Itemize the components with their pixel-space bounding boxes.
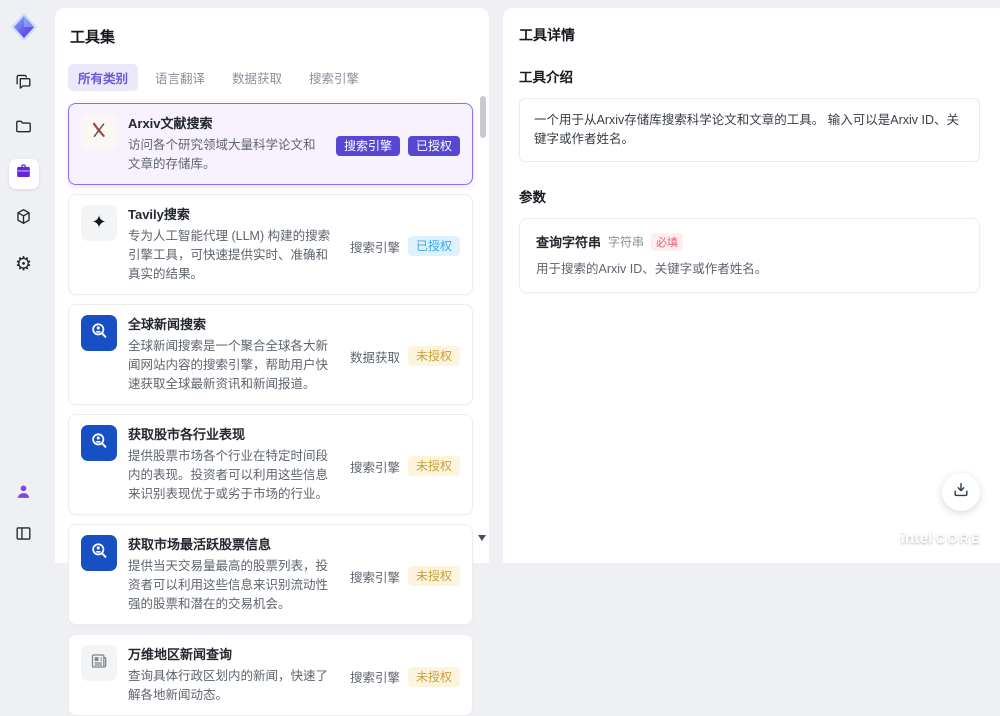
status-badge: 已授权	[407, 135, 460, 156]
tool-badges: 搜索引擎 已授权	[335, 117, 460, 174]
person-search-icon	[88, 320, 110, 347]
user-icon	[14, 482, 33, 506]
tool-card[interactable]: 全球新闻搜索 全球新闻搜索是一个聚合全球各大新闻网站内容的搜索引擎，帮助用户快速…	[68, 304, 473, 405]
tool-list: Arxiv文献搜索 访问各个研究领域大量科学论文和文章的存储库。 搜索引擎 已授…	[68, 103, 473, 716]
sidebar-nav: ⚙	[8, 69, 39, 279]
panel-divider	[489, 8, 503, 563]
param-required-badge: 必填	[651, 232, 684, 251]
chat-icon	[14, 72, 33, 96]
tool-description: 查询具体行政区划内的新闻，快速了解各地新闻动态。	[128, 669, 329, 702]
gem-logo-icon	[6, 9, 42, 45]
sidebar-item-packages[interactable]	[9, 204, 39, 234]
person-search-icon	[88, 430, 110, 457]
category-badge: 搜索引擎	[349, 240, 400, 255]
tab-3[interactable]: 搜索引擎	[299, 64, 369, 91]
category-badge: 数据获取	[349, 350, 400, 365]
status-badge: 未授权	[407, 456, 460, 476]
tool-name: 万维地区新闻查询	[128, 647, 233, 662]
tool-name: Arxiv文献搜索	[128, 116, 213, 131]
brand-intel: intel	[900, 530, 933, 547]
tab-0[interactable]: 所有类别	[68, 64, 139, 91]
parameter-card: 查询字符串 字符串 必填 用于搜索的Arxiv ID、关键字或作者姓名。	[519, 218, 980, 293]
param-description: 用于搜索的Arxiv ID、关键字或作者姓名。	[536, 262, 768, 276]
sidebar-item-panel-toggle[interactable]	[9, 521, 39, 551]
tool-badges: 搜索引擎 未授权	[350, 538, 460, 614]
intel-core-logo: intel core	[901, 530, 982, 547]
app-sidebar: ⚙	[0, 0, 47, 563]
param-name: 查询字符串	[536, 235, 602, 250]
tool-name: Tavily搜索	[128, 207, 190, 222]
tab-1[interactable]: 语言翻译	[145, 64, 215, 91]
sidebar-item-user[interactable]	[9, 479, 39, 509]
tab-2[interactable]: 数据获取	[222, 64, 292, 91]
sidebar-item-chat[interactable]	[9, 69, 39, 99]
sidebar-bottom	[9, 479, 39, 551]
status-badge: 未授权	[407, 566, 460, 586]
gear-icon: ⚙	[14, 252, 33, 275]
download-button[interactable]	[942, 473, 980, 511]
details-title: 工具详情	[519, 27, 575, 43]
sidebar-item-toolbox[interactable]	[8, 159, 39, 189]
download-icon	[951, 480, 971, 505]
status-badge: 已授权	[407, 236, 460, 256]
tool-name: 全球新闻搜索	[128, 317, 207, 332]
params-heading: 参数	[519, 190, 546, 205]
params-list: 查询字符串 字符串 必填 用于搜索的Arxiv ID、关键字或作者姓名。	[519, 218, 980, 293]
tool-description: 全球新闻搜索是一个聚合全球各大新闻网站内容的搜索引擎，帮助用户快速获取全球最新资…	[128, 339, 329, 391]
tool-name: 获取市场最活跃股票信息	[128, 537, 272, 552]
tool-name: 获取股市各行业表现	[128, 427, 246, 442]
main-area: 工具集 所有类别 语言翻译 数据获取 搜索引擎 Arxiv文献搜索 访问各个研究领域大…	[55, 8, 1000, 716]
tool-badges: 搜索引擎 已授权	[350, 208, 460, 284]
person-search-icon	[88, 540, 110, 567]
sidebar-item-folder[interactable]	[9, 114, 39, 144]
newspaper-icon	[89, 651, 109, 676]
category-badge: 搜索引擎	[349, 460, 400, 475]
triangle-down-icon[interactable]	[478, 535, 486, 541]
cube-icon	[14, 207, 33, 231]
status-badge: 未授权	[407, 666, 460, 687]
tool-card[interactable]: Arxiv文献搜索 访问各个研究领域大量科学论文和文章的存储库。 搜索引擎 已授…	[68, 103, 473, 185]
panel-toggle-icon	[14, 524, 33, 548]
tool-badges: 搜索引擎 未授权	[350, 428, 460, 504]
arxiv-icon	[89, 120, 109, 145]
category-tabs: 所有类别 语言翻译 数据获取 搜索引擎	[68, 64, 473, 91]
toolset-panel: 工具集 所有类别 语言翻译 数据获取 搜索引擎 Arxiv文献搜索 访问各个研究领域大…	[55, 8, 489, 716]
tool-card[interactable]: 获取股市各行业表现 提供股票市场各个行业在特定时间段内的表现。投资者可以利用这些…	[68, 414, 473, 515]
sidebar-item-settings[interactable]: ⚙	[9, 249, 39, 279]
tool-description: 专为人工智能代理 (LLM) 构建的搜索引擎工具，可快速提供实时、准确和真实的结…	[128, 229, 331, 281]
param-type: 字符串	[608, 235, 645, 249]
category-badge: 搜索引擎	[349, 671, 400, 685]
folder-icon	[14, 117, 33, 141]
tool-badges: 数据获取 未授权	[350, 318, 460, 394]
tool-card[interactable]: ✦ Tavily搜索 专为人工智能代理 (LLM) 构建的搜索引擎工具，可快速提…	[68, 194, 473, 295]
toolset-title: 工具集	[70, 29, 116, 46]
intro-heading: 工具介绍	[519, 70, 573, 85]
four-point-star-icon: ✦	[91, 212, 107, 233]
tool-description: 提供股票市场各个行业在特定时间段内的表现。投资者可以利用这些信息来识别表现优于或…	[128, 449, 329, 501]
tool-description: 提供当天交易量最高的股票列表，投资者可以利用这些信息来识别流动性强的股票和潜在的…	[128, 559, 329, 611]
scrollbar-thumb[interactable]	[480, 96, 486, 138]
status-badge: 未授权	[407, 346, 460, 366]
category-badge: 搜索引擎	[349, 570, 400, 585]
tool-card[interactable]: 获取市场最活跃股票信息 提供当天交易量最高的股票列表，投资者可以利用这些信息来识…	[68, 524, 473, 625]
intro-text: 一个用于从Arxiv存储库搜索科学论文和文章的工具。 输入可以是Arxiv ID…	[519, 98, 980, 162]
briefcase-icon	[14, 162, 33, 186]
tool-description: 访问各个研究领域大量科学论文和文章的存储库。	[128, 138, 316, 171]
tool-badges: 搜索引擎 未授权	[350, 648, 460, 705]
tool-card[interactable]: 万维地区新闻查询 查询具体行政区划内的新闻，快速了解各地新闻动态。 搜索引擎 未…	[68, 634, 473, 716]
tool-details-panel: 工具详情 工具介绍 一个用于从Arxiv存储库搜索科学论文和文章的工具。 输入可…	[503, 8, 1000, 563]
brand-core: core	[935, 532, 982, 546]
category-badge: 搜索引擎	[335, 135, 400, 156]
